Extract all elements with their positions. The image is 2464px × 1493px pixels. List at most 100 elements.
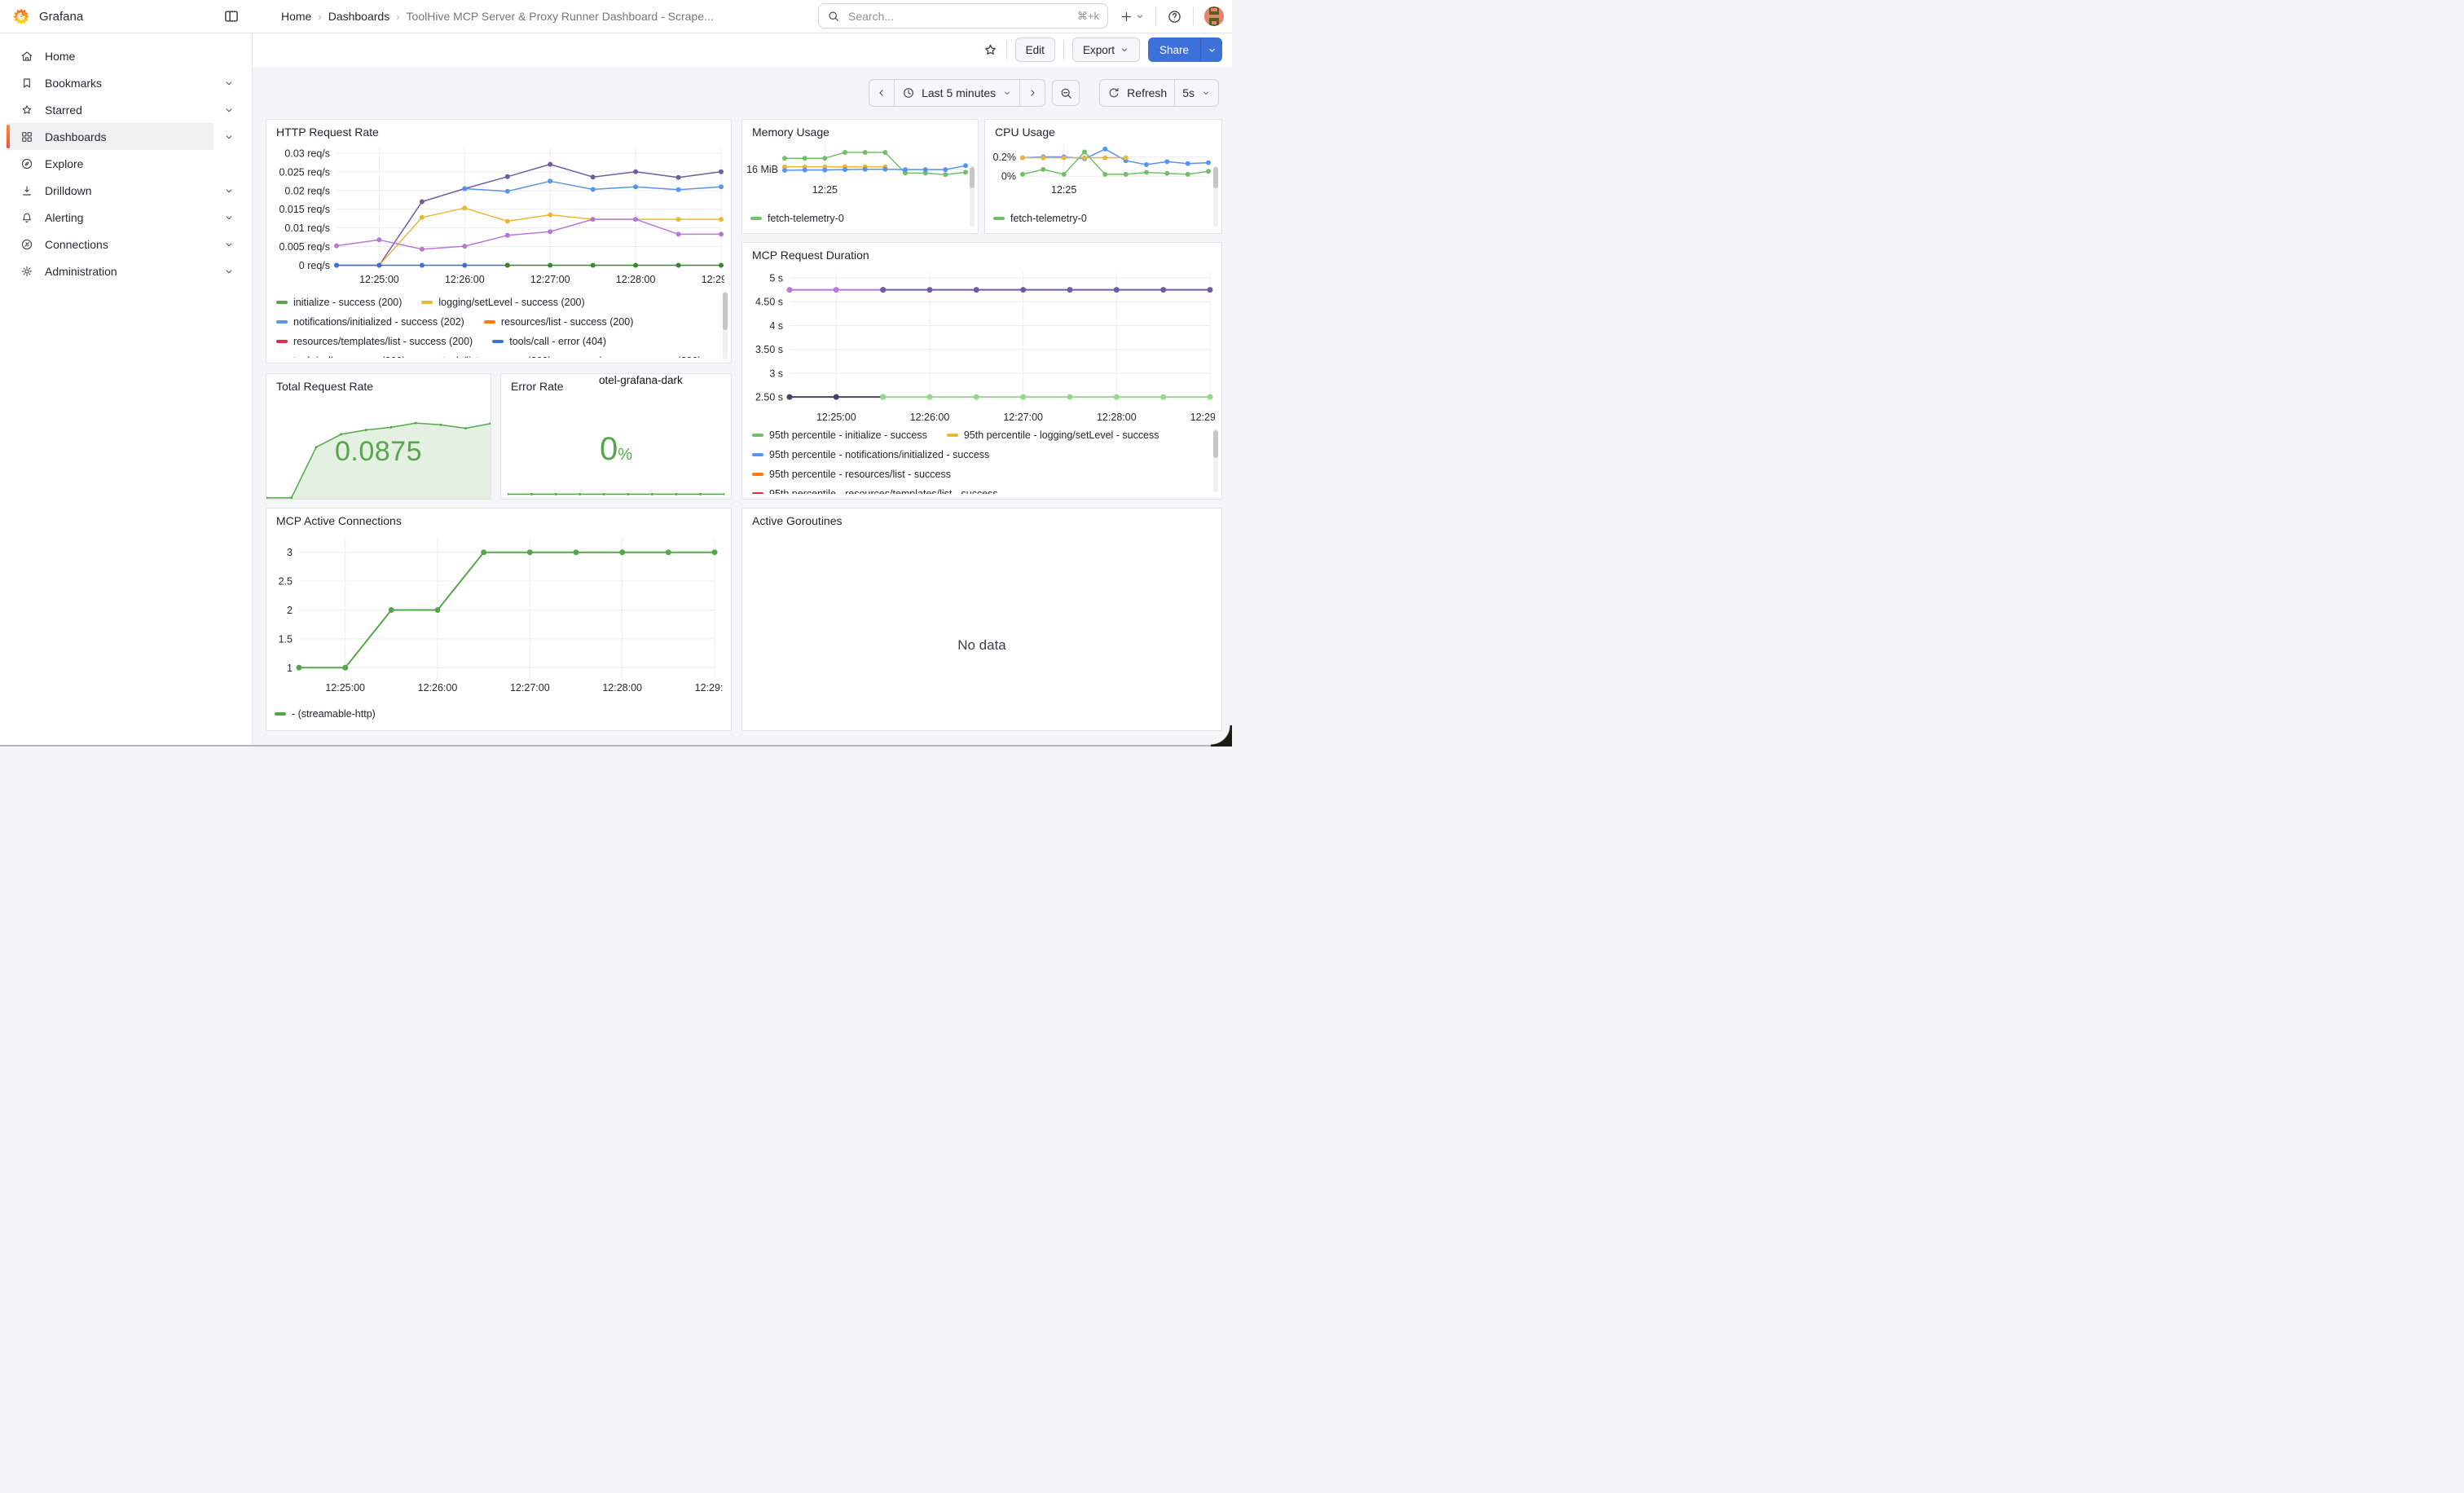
time-shift-forward-button[interactable] <box>1019 80 1045 106</box>
share-button[interactable]: Share <box>1148 37 1200 62</box>
panel-scrollbar-thumb[interactable] <box>1213 167 1218 188</box>
panel-title[interactable]: HTTP Request Rate <box>276 126 379 139</box>
legend-item[interactable]: tools/call - error (404) <box>492 336 606 347</box>
favorite-star-icon[interactable] <box>983 42 998 58</box>
sidebar-link-drilldown[interactable]: Drilldown <box>7 177 213 204</box>
svg-text:12:27:00: 12:27:00 <box>510 682 550 694</box>
legend-item[interactable]: initialize - success (200) <box>276 297 402 308</box>
legend-item[interactable]: 95th percentile - resources/templates/li… <box>752 488 998 494</box>
chevron-down-icon <box>1201 88 1211 98</box>
legend-item[interactable]: tools/call - success (200) <box>276 355 406 358</box>
panel-mcp-request-duration: MCP Request Duration 12:25:0012:26:0012:… <box>741 242 1222 500</box>
user-avatar[interactable] <box>1204 7 1224 26</box>
legend-scrollbar-thumb[interactable] <box>1213 430 1218 458</box>
otel-datasource-label: otel-grafana-dark <box>599 374 683 386</box>
svg-text:12:27:00: 12:27:00 <box>1003 412 1043 423</box>
panel-title[interactable]: Memory Usage <box>752 126 829 139</box>
svg-text:0.01 req/s: 0.01 req/s <box>284 222 330 234</box>
svg-text:16 MiB: 16 MiB <box>746 164 778 175</box>
error-rate-sparkline[interactable] <box>508 481 724 495</box>
breadcrumb-home[interactable]: Home <box>281 10 311 23</box>
chevron-down-icon[interactable] <box>223 212 235 223</box>
legend-swatch <box>276 340 288 343</box>
legend-item[interactable]: 95th percentile - initialize - success <box>752 429 927 441</box>
chevron-down-icon[interactable] <box>223 266 235 277</box>
cpu-usage-chart[interactable]: 12:250.2%0% <box>988 141 1213 193</box>
legend-item[interactable]: 95th percentile - notifications/initiali… <box>752 449 989 460</box>
chevron-down-icon[interactable] <box>223 104 235 116</box>
export-button[interactable]: Export <box>1072 37 1140 62</box>
panel-title[interactable]: Active Goroutines <box>752 514 843 527</box>
active-indicator <box>7 125 10 148</box>
legend-item[interactable]: resources/list - success (200) <box>484 316 634 328</box>
legend-item[interactable]: 95th percentile - resources/list - succe… <box>752 469 951 480</box>
legend-item[interactable]: fetch-telemetry-0 <box>993 213 1087 224</box>
share-menu-button[interactable] <box>1200 37 1222 62</box>
sidebar-link-dashboards[interactable]: Dashboards <box>7 123 213 150</box>
search-input-box[interactable]: ⌘+k <box>818 3 1108 29</box>
panel-title[interactable]: MCP Active Connections <box>276 514 402 527</box>
refresh-group: Refresh 5s <box>1099 79 1219 107</box>
sidebar-link-administration[interactable]: Administration <box>7 258 213 284</box>
legend-swatch <box>275 712 286 716</box>
legend-item[interactable]: tools/list - success (200) <box>425 355 552 358</box>
legend-item[interactable]: unknown - success (200) <box>571 355 702 358</box>
refresh-button[interactable]: Refresh <box>1100 80 1174 106</box>
zoom-out-button[interactable] <box>1052 80 1080 106</box>
legend-item[interactable]: 95th percentile - logging/setLevel - suc… <box>947 429 1159 441</box>
http-request-rate-chart[interactable]: 12:25:0012:26:0012:27:0012:28:0012:29:00… <box>273 143 724 288</box>
panel-title[interactable]: Total Request Rate <box>276 380 373 393</box>
time-shift-back-button[interactable] <box>869 80 894 106</box>
sidebar-item-label: Alerting <box>45 211 83 224</box>
panel-title[interactable]: Error Rate <box>511 380 564 393</box>
legend-item[interactable]: notifications/initialized - success (202… <box>276 316 464 328</box>
chevron-down-icon[interactable] <box>223 239 235 250</box>
search-input[interactable] <box>847 9 1071 24</box>
dock-menu-icon[interactable] <box>223 8 240 24</box>
grafana-logo-icon[interactable] <box>12 7 30 25</box>
sidebar-link-starred[interactable]: Starred <box>7 96 213 123</box>
sidebar-item-drilldown: Drilldown <box>7 177 245 204</box>
sidebar-link-bookmarks[interactable]: Bookmarks <box>7 69 213 96</box>
chevron-down-icon <box>1120 45 1129 55</box>
legend-swatch <box>947 434 958 437</box>
time-range-picker[interactable]: Last 5 minutes <box>894 80 1019 106</box>
legend-item[interactable]: - (streamable-http) <box>275 708 376 720</box>
drilldown-icon <box>20 184 33 197</box>
svg-text:0.015 req/s: 0.015 req/s <box>279 204 330 215</box>
svg-text:12:26:00: 12:26:00 <box>910 412 950 423</box>
panel-title[interactable]: CPU Usage <box>995 126 1055 139</box>
legend-item[interactable]: fetch-telemetry-0 <box>750 213 844 224</box>
legend-item[interactable]: resources/templates/list - success (200) <box>276 336 473 347</box>
panel-title[interactable]: MCP Request Duration <box>752 249 869 262</box>
chevron-down-icon[interactable] <box>223 131 235 143</box>
svg-text:12:28:00: 12:28:00 <box>616 274 656 285</box>
sidebar-link-connections[interactable]: Connections <box>7 231 213 258</box>
refresh-interval-picker[interactable]: 5s <box>1174 80 1218 106</box>
svg-text:12:28:00: 12:28:00 <box>602 682 642 694</box>
memory-usage-chart[interactable]: 12:2516 MiB <box>746 141 970 193</box>
total-request-rate-value: 0.0875 <box>266 436 491 468</box>
breadcrumb-dashboards[interactable]: Dashboards <box>328 10 390 23</box>
sidebar-link-alerting[interactable]: Alerting <box>7 204 213 231</box>
sidebar-item-starred: Starred <box>7 96 245 123</box>
svg-text:3.50 s: 3.50 s <box>755 344 783 355</box>
svg-text:5 s: 5 s <box>769 273 783 284</box>
sidebar-item-label: Home <box>45 50 75 63</box>
legend-item[interactable]: logging/setLevel - success (200) <box>421 297 584 308</box>
edit-button[interactable]: Edit <box>1015 37 1055 62</box>
panel-scrollbar-thumb[interactable] <box>970 167 975 188</box>
panel-cpu-usage: CPU Usage 12:250.2%0% fetch-telemetry-0 <box>984 119 1222 234</box>
chevron-down-icon[interactable] <box>223 77 235 89</box>
sidebar-item-alerting: Alerting <box>7 204 245 231</box>
new-add-button[interactable] <box>1120 10 1145 24</box>
mcp-request-duration-chart[interactable]: 12:25:0012:26:0012:27:0012:28:0012:29:00… <box>749 266 1215 425</box>
chevron-down-icon[interactable] <box>223 185 235 196</box>
mcp-active-connections-chart[interactable]: 12:25:0012:26:0012:27:0012:28:0012:29:00… <box>271 533 723 698</box>
help-button[interactable] <box>1167 9 1182 24</box>
sidebar-link-explore[interactable]: Explore <box>7 150 213 177</box>
legend-scrollbar-thumb[interactable] <box>723 293 728 330</box>
legend-swatch <box>421 301 433 304</box>
sidebar-link-home[interactable]: Home <box>7 42 213 69</box>
panel-memory-usage: Memory Usage 12:2516 MiB fetch-telemetry… <box>741 119 979 234</box>
